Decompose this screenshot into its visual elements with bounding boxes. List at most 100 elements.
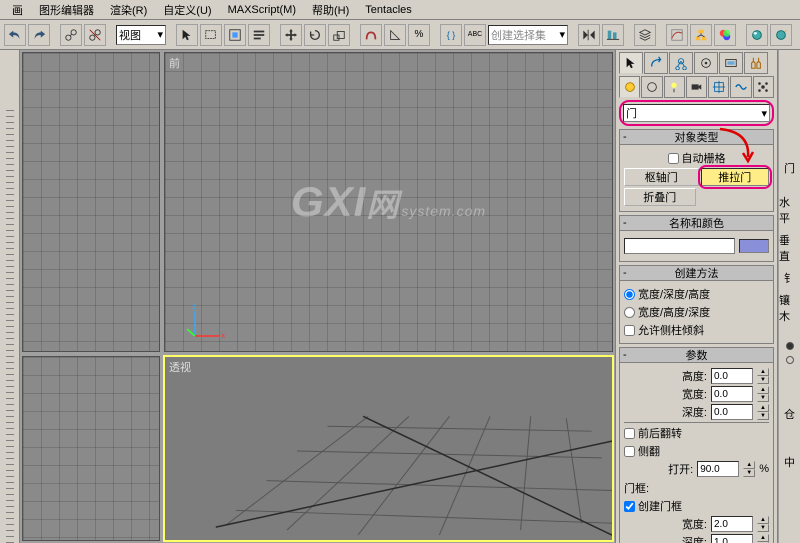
schematic-view-button[interactable]	[690, 24, 712, 46]
material-editor-button[interactable]	[714, 24, 736, 46]
height-label: 高度:	[682, 368, 707, 384]
flip-side-checkbox[interactable]	[624, 446, 635, 457]
perspective-grid-icon	[165, 357, 612, 540]
depth-spinner-buttons[interactable]: ▲▼	[757, 404, 769, 420]
frame-width-spinner[interactable]: 2.0	[711, 516, 753, 532]
viewport-top-left[interactable]	[22, 52, 160, 352]
open-label: 打开:	[668, 461, 693, 477]
layers-button[interactable]	[634, 24, 656, 46]
frame-depth-spinner-buttons[interactable]: ▲▼	[757, 534, 769, 543]
undo-button[interactable]	[4, 24, 26, 46]
select-window-button[interactable]	[224, 24, 246, 46]
link-button[interactable]	[60, 24, 82, 46]
flip-side-label: 侧翻	[638, 443, 660, 459]
left-ruler-strip	[0, 50, 20, 543]
width-label: 宽度:	[682, 386, 707, 402]
redo-button[interactable]	[28, 24, 50, 46]
rollout-name-color-header[interactable]: -名称和颜色	[619, 215, 774, 231]
rollout-creation-method-header[interactable]: -创建方法	[619, 265, 774, 281]
frame-depth-spinner[interactable]: 1.0	[711, 534, 753, 543]
rollout-name-color	[619, 231, 774, 262]
angle-snap-button[interactable]	[384, 24, 406, 46]
autogrid-label: 自动栅格	[682, 150, 726, 166]
extra-label: 门	[784, 160, 795, 176]
flip-front-back-checkbox[interactable]	[624, 428, 635, 439]
helpers-tab[interactable]	[708, 76, 729, 98]
allow-slant-checkbox[interactable]	[624, 325, 635, 336]
width-spinner[interactable]: 0.0	[711, 386, 753, 402]
extra-label: 中	[784, 454, 795, 470]
menu-item[interactable]: 图形编辑器	[31, 0, 102, 20]
motion-tab[interactable]	[694, 52, 718, 74]
menu-item[interactable]: 自定义(U)	[155, 0, 219, 20]
right-extra-panel: 门 水平 垂直 钅 镶木 仓 中	[778, 50, 800, 543]
lights-tab[interactable]	[664, 76, 685, 98]
move-button[interactable]	[280, 24, 302, 46]
svg-text:z: z	[192, 302, 196, 311]
abc-button[interactable]: ABC	[464, 24, 486, 46]
height-spinner[interactable]: 0.0	[711, 368, 753, 384]
autogrid-checkbox[interactable]	[668, 153, 679, 164]
rotate-button[interactable]	[304, 24, 326, 46]
cameras-tab[interactable]	[686, 76, 707, 98]
frame-group-label: 门框:	[624, 480, 769, 496]
percent-snap-button[interactable]: %	[408, 24, 430, 46]
rollout-object-type-header[interactable]: -对象类型	[619, 129, 774, 145]
open-spinner[interactable]: 90.0	[697, 461, 739, 477]
create-tab[interactable]	[619, 52, 643, 74]
geometry-tab[interactable]	[619, 76, 640, 98]
height-spinner-buttons[interactable]: ▲▼	[757, 368, 769, 384]
viewport-bottom-left[interactable]	[22, 356, 160, 541]
selection-set-dropdown[interactable]: 创建选择集	[488, 25, 568, 45]
object-name-input[interactable]	[624, 238, 735, 254]
utilities-tab[interactable]	[744, 52, 768, 74]
create-frame-label: 创建门框	[638, 498, 682, 514]
create-frame-checkbox[interactable]	[624, 501, 635, 512]
shapes-tab[interactable]	[641, 76, 662, 98]
scale-button[interactable]	[328, 24, 350, 46]
viewport-front[interactable]: 前 GXI网 system.com z x	[164, 52, 613, 352]
hierarchy-tab[interactable]	[669, 52, 693, 74]
unlink-button[interactable]	[84, 24, 106, 46]
select-rect-button[interactable]	[200, 24, 222, 46]
menu-item[interactable]: 画	[4, 0, 31, 20]
menu-item[interactable]: MAXScript(M)	[220, 2, 304, 18]
menu-item[interactable]: 帮助(H)	[304, 0, 357, 20]
open-spinner-buttons[interactable]: ▲▼	[743, 461, 755, 477]
width-spinner-buttons[interactable]: ▲▼	[757, 386, 769, 402]
method-wdh-radio[interactable]	[624, 289, 635, 300]
radio-dot-icon[interactable]	[786, 356, 794, 364]
viewport-perspective[interactable]: 透视	[164, 356, 613, 541]
mirror-button[interactable]	[578, 24, 600, 46]
method-whd-radio[interactable]	[624, 307, 635, 318]
modify-tab[interactable]	[644, 52, 668, 74]
quick-render-button[interactable]	[770, 24, 792, 46]
radio-dot-icon[interactable]	[786, 342, 794, 350]
frame-width-spinner-buttons[interactable]: ▲▼	[757, 516, 769, 532]
depth-spinner[interactable]: 0.0	[711, 404, 753, 420]
systems-tab[interactable]	[753, 76, 774, 98]
display-tab[interactable]	[719, 52, 743, 74]
object-color-swatch[interactable]	[739, 239, 769, 253]
align-button[interactable]	[602, 24, 624, 46]
rollout-parameters: 高度: 0.0 ▲▼ 宽度: 0.0 ▲▼ 深度: 0.0 ▲▼ 前后翻转 侧翻…	[619, 363, 774, 543]
render-scene-button[interactable]	[746, 24, 768, 46]
snap-toggle-button[interactable]	[360, 24, 382, 46]
extra-label: 镶木	[779, 292, 800, 324]
folding-door-button[interactable]: 折叠门	[624, 188, 696, 206]
create-category-tabs	[619, 76, 774, 98]
open-unit-label: %	[759, 463, 769, 475]
spacewarps-tab[interactable]	[730, 76, 751, 98]
menu-item[interactable]: 渲染(R)	[102, 0, 155, 20]
extra-label: 钅	[784, 270, 795, 286]
select-by-name-button[interactable]	[248, 24, 270, 46]
curve-editor-button[interactable]	[666, 24, 688, 46]
pivot-door-button[interactable]: 枢轴门	[624, 168, 699, 186]
depth-label: 深度:	[682, 404, 707, 420]
rollout-parameters-header[interactable]: -参数	[619, 347, 774, 363]
geometry-category-dropdown[interactable]: 门	[623, 104, 770, 122]
menu-item[interactable]: Tentacles	[357, 2, 419, 18]
select-button[interactable]	[176, 24, 198, 46]
named-sel-button[interactable]: { }	[440, 24, 462, 46]
view-dropdown[interactable]: 视图	[116, 25, 166, 45]
